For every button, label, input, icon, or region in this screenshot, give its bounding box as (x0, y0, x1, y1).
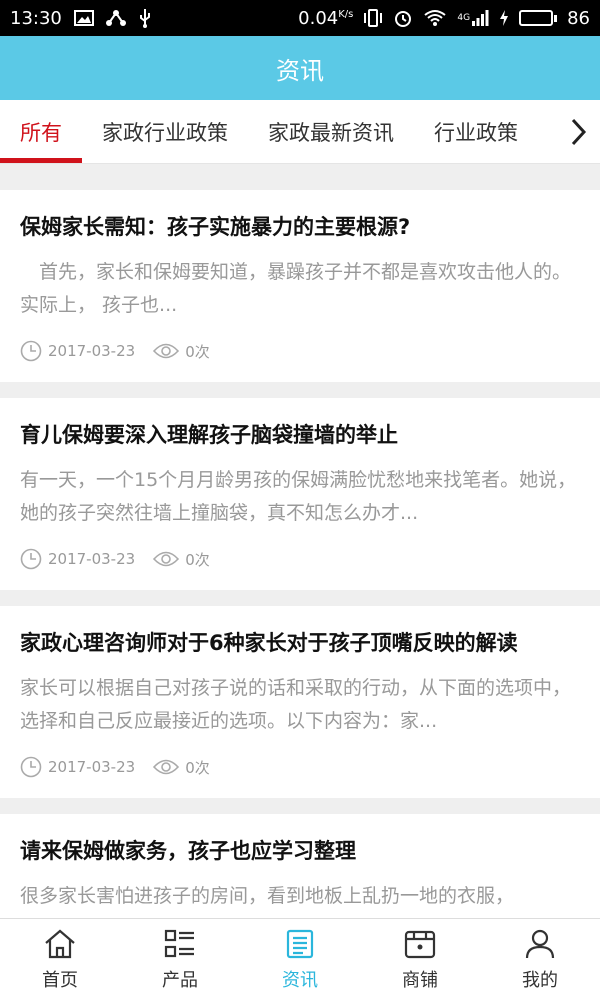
nav-label: 我的 (522, 969, 558, 991)
article-date: 2017-03-23 (48, 550, 136, 568)
article-title: 育儿保姆要深入理解孩子脑袋撞墙的举止 (20, 423, 398, 447)
store-icon (404, 930, 436, 958)
tab-label: 家政行业政策 (102, 120, 228, 145)
category-tabs: 所有 家政行业政策 家政最新资讯 行业政策 (0, 100, 600, 164)
battery-icon (519, 10, 558, 26)
eye-icon (153, 758, 180, 776)
tab-all[interactable]: 所有 (0, 100, 82, 163)
vibrate-icon (363, 9, 383, 27)
nav-store[interactable]: 商铺 (360, 919, 480, 1000)
home-icon (45, 929, 75, 958)
tab-label: 家政最新资讯 (268, 120, 394, 145)
alarm-icon (393, 8, 413, 28)
article-date: 2017-03-23 (48, 758, 136, 776)
tab-latest-news[interactable]: 家政最新资讯 (248, 100, 414, 163)
article-meta: 2017-03-23 0次 (20, 756, 580, 778)
network-speed: 0.04K/s (298, 7, 354, 29)
tab-industry-policy-housekeeping[interactable]: 家政行业政策 (82, 100, 248, 163)
share-icon (105, 9, 126, 27)
nav-label: 产品 (162, 969, 198, 991)
nav-home[interactable]: 首页 (0, 919, 120, 1000)
article-card[interactable]: 保姆家长需知：孩子实施暴力的主要根源? 首先，家长和保姆要知道，暴躁孩子并不都是… (0, 190, 600, 382)
chevron-right-icon (571, 118, 587, 145)
clock-icon (20, 756, 42, 778)
article-card[interactable]: 家政心理咨询师对于6种家长对于孩子顶嘴反映的解读 家长可以根据自己对孩子说的话和… (0, 606, 600, 798)
clock-icon (20, 340, 42, 362)
article-views: 0次 (185, 342, 210, 361)
article-date: 2017-03-23 (48, 342, 136, 360)
eye-icon (153, 550, 180, 568)
tab-label: 所有 (20, 120, 62, 145)
battery-percent: 86 (567, 7, 590, 29)
grid-list-icon (164, 929, 194, 957)
image-notification-icon (73, 10, 94, 26)
article-views: 0次 (185, 758, 210, 777)
status-bar: 13:30 0.04K/s 4G 86 (0, 0, 600, 36)
clock-icon (20, 548, 42, 570)
usb-icon (138, 8, 152, 28)
article-title: 保姆家长需知：孩子实施暴力的主要根源? (20, 215, 411, 239)
tab-industry-policy[interactable]: 行业政策 (414, 100, 538, 163)
wifi-icon (423, 9, 447, 27)
article-card[interactable]: 育儿保姆要深入理解孩子脑袋撞墙的举止 有一天，一个15个月月龄男孩的保姆满脸忧愁… (0, 398, 600, 590)
nav-label: 首页 (42, 969, 78, 991)
article-views: 0次 (185, 550, 210, 569)
news-icon (286, 929, 314, 958)
nav-news[interactable]: 资讯 (240, 919, 360, 1000)
app-bar: 资讯 (0, 36, 600, 100)
status-time: 13:30 (10, 7, 62, 29)
article-meta: 2017-03-23 0次 (20, 340, 580, 362)
tab-label: 行业政策 (434, 120, 518, 145)
article-summary: 有一天，一个15个月月龄男孩的保姆满脸忧愁地来找笔者。她说，她的孩子突然往墙上撞… (20, 469, 577, 524)
article-summary: 首先，家长和保姆要知道，暴躁孩子并不都是喜欢攻击他人的。实际上， 孩子也... (20, 261, 572, 316)
user-icon (525, 929, 555, 958)
page-title: 资讯 (276, 56, 324, 85)
nav-label: 资讯 (282, 969, 318, 991)
tabs-scroll-right-button[interactable] (556, 100, 600, 163)
article-title: 家政心理咨询师对于6种家长对于孩子顶嘴反映的解读 (20, 631, 518, 655)
charging-icon (499, 10, 509, 26)
article-list: 保姆家长需知：孩子实施暴力的主要根源? 首先，家长和保姆要知道，暴躁孩子并不都是… (0, 190, 600, 1000)
bottom-nav: 首页 产品 资讯 商铺 我的 (0, 918, 600, 1000)
article-meta: 2017-03-23 0次 (20, 548, 580, 570)
article-title: 请来保姆做家务，孩子也应学习整理 (20, 839, 356, 863)
signal-icon: 4G (457, 10, 489, 26)
article-summary: 家长可以根据自己对孩子说的话和采取的行动，从下面的选项中，选择和自己反应最接近的… (20, 677, 572, 732)
nav-label: 商铺 (402, 969, 438, 991)
eye-icon (153, 342, 180, 360)
nav-products[interactable]: 产品 (120, 919, 240, 1000)
nav-profile[interactable]: 我的 (480, 919, 600, 1000)
